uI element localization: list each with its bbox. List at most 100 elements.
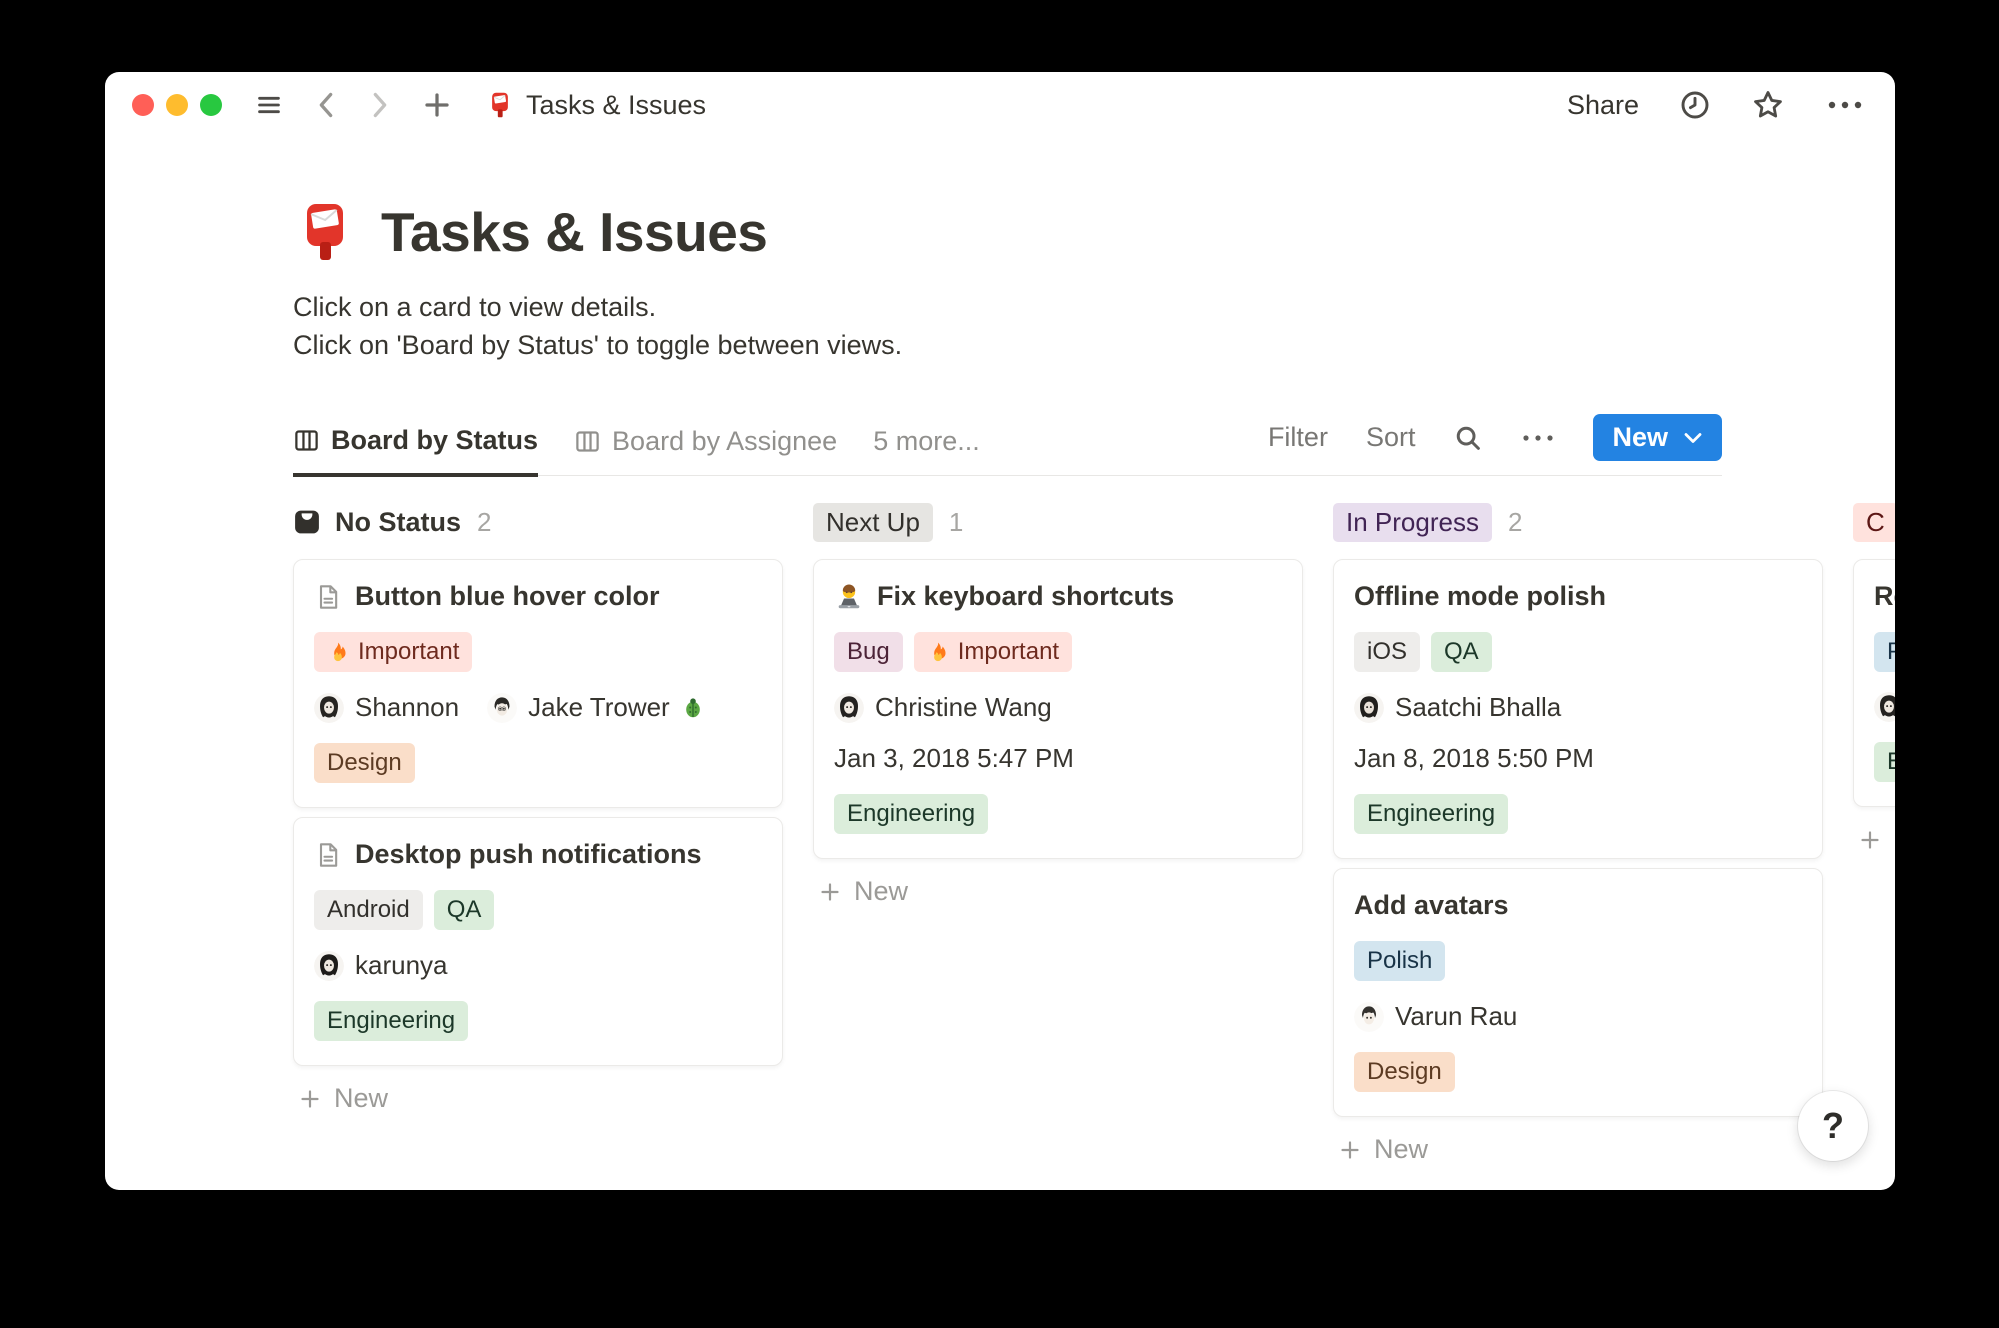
sort-button[interactable]: Sort [1366,422,1416,453]
tag-important: Important [913,632,1073,672]
card-clipped[interactable]: Re P E [1853,559,1895,807]
no-status-icon [293,508,321,536]
card-title: Fix keyboard shortcuts [877,581,1175,611]
titlebar-doc-title: Tasks & Issues [526,89,707,120]
column-in-progress: In Progress 2 Offline mode polish iOS QA [1333,501,1823,1165]
column-count: 2 [477,506,492,537]
card-title: Desktop push notifications [355,839,702,869]
column-header: In Progress 2 [1333,501,1823,543]
titlebar: Tasks & Issues Share [105,72,1895,138]
tag-important: Important [314,632,473,672]
avatar [487,692,518,723]
tag-engineering: Engineering [834,794,989,834]
new-page-icon[interactable] [422,90,452,120]
notion-window: Tasks & Issues Share Tasks & Issues Clic… [105,72,1895,1190]
tab-board-by-status[interactable]: Board by Status [293,425,539,477]
tag-engineering: Engineering [314,1001,469,1041]
tab-label: Board by Status [331,425,539,455]
search-icon[interactable] [1453,423,1483,453]
new-button[interactable]: New [1593,414,1722,461]
person-shannon: Shannon [314,692,459,723]
person-clipped [1874,692,1895,722]
document-icon [314,583,342,611]
status-badge[interactable]: Next Up [813,502,933,542]
plus-icon [1858,828,1882,852]
page-description-line1: Click on a card to view details. [293,292,657,322]
person-saatchi-bhalla: Saatchi Bhalla [1354,692,1561,723]
forward-icon[interactable] [368,91,392,119]
page-description-line2: Click on 'Board by Status' to toggle bet… [293,330,903,360]
card-offline-mode-polish[interactable]: Offline mode polish iOS QA Saatchi Bhall… [1333,559,1823,859]
status-badge[interactable]: C [1853,502,1895,542]
more-icon[interactable] [1825,99,1865,111]
flame-icon [327,641,349,663]
column-header: Next Up 1 [813,501,1303,543]
tag-clipped: P [1874,632,1895,672]
filter-button[interactable]: Filter [1268,422,1328,453]
column-next-up: Next Up 1 Fix keyboard shortcuts Bug Imp… [813,501,1303,907]
chevron-down-icon [1683,431,1703,445]
card-date: Jan 8, 2018 5:50 PM [1354,743,1594,773]
tab-label: 5 more... [873,426,980,456]
plus-icon [298,1087,322,1111]
tab-board-by-assignee[interactable]: Board by Assignee [574,425,837,475]
hamburger-icon[interactable] [254,92,284,118]
history-icon[interactable] [1679,89,1711,121]
plus-icon [818,880,842,904]
tag-design: Design [1354,1052,1455,1092]
status-badge[interactable]: In Progress [1333,502,1492,542]
postbox-icon [486,91,514,119]
share-button[interactable]: Share [1567,90,1639,121]
add-card-button[interactable]: New [1853,824,1895,855]
kanban-board: No Status 2 Button blue hover color Impo… [105,501,1895,1165]
page-description: Click on a card to view details. Click o… [293,288,1895,364]
view-options-icon[interactable] [1521,433,1555,443]
avatar [314,692,344,723]
avatar [834,692,864,723]
tag-qa: QA [1431,632,1492,672]
tag-polish: Polish [1354,941,1446,981]
add-card-button[interactable]: New [1333,1134,1823,1165]
card-add-avatars[interactable]: Add avatars Polish Varun Rau Design [1333,868,1823,1117]
card-desktop-push-notifications[interactable]: Desktop push notifications Android QA ka… [293,817,783,1066]
person-christine-wang: Christine Wang [834,692,1052,723]
tag-clipped: E [1874,742,1895,782]
page-header: Tasks & Issues [293,200,1895,264]
help-icon: ? [1822,1105,1844,1146]
tab-more-views[interactable]: 5 more... [873,425,980,475]
help-button[interactable]: ? [1798,1091,1868,1161]
column-title[interactable]: No Status [335,507,461,538]
minimize-window-button[interactable] [166,94,188,116]
tag-ios: iOS [1354,632,1421,672]
zoom-window-button[interactable] [200,94,222,116]
column-count: 1 [948,506,964,537]
back-icon[interactable] [314,91,338,119]
tab-label: Board by Assignee [612,426,838,456]
tag-android: Android [314,890,423,930]
favorite-icon[interactable] [1751,88,1785,122]
avatar [1354,1001,1384,1032]
card-title: Offline mode polish [1354,581,1607,611]
card-title: Add avatars [1354,890,1509,920]
tag-design: Design [314,743,415,783]
card-fix-keyboard-shortcuts[interactable]: Fix keyboard shortcuts Bug Important Chr… [813,559,1303,859]
avatar [1354,692,1384,723]
new-button-label: New [1612,422,1668,452]
column-header: No Status 2 [293,501,783,543]
tag-qa: QA [433,890,495,930]
person-karunya: karunya [314,950,448,981]
person-varun-rau: Varun Rau [1354,1001,1517,1032]
card-button-blue-hover-color[interactable]: Button blue hover color Important Shanno… [293,559,783,808]
board-view-icon [574,428,601,455]
card-date: Jan 3, 2018 5:47 PM [834,743,1074,773]
view-toolbar: Board by Status Board by Assignee 5 more… [293,414,1722,477]
titlebar-doc[interactable]: Tasks & Issues [486,90,706,121]
tag-engineering: Engineering [1354,794,1509,834]
close-window-button[interactable] [132,94,154,116]
technologist-icon [834,582,864,612]
flame-icon [927,641,949,663]
add-card-button[interactable]: New [293,1083,783,1114]
add-card-button[interactable]: New [813,876,1303,907]
document-icon [314,841,342,869]
page-title: Tasks & Issues [381,201,768,263]
